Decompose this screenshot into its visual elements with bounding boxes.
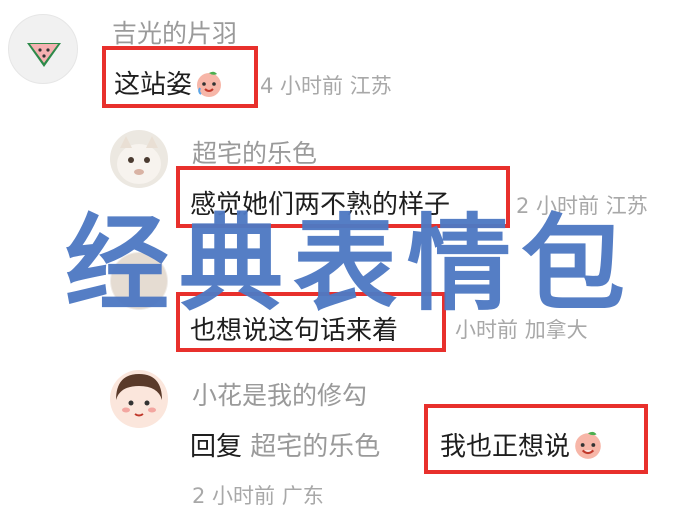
reply-label: 回复	[190, 432, 243, 462]
comment-meta: 2 小时前 广东	[192, 484, 324, 508]
watermelon-avatar[interactable]	[8, 14, 78, 84]
comment-username[interactable]: 超宅的乐色	[192, 134, 317, 170]
reply-line: 回复 超宅的乐色	[190, 426, 380, 463]
comment-username[interactable]: 小花是我的修勾	[192, 376, 367, 412]
reply-target-username[interactable]: 超宅的乐色	[250, 432, 380, 462]
cat-avatar[interactable]	[110, 130, 168, 188]
cartoon-girl-avatar[interactable]	[110, 370, 168, 428]
highlight-box	[102, 46, 258, 108]
overlay-title: 经典表情包	[64, 203, 635, 325]
comment-meta: 4 小时前 江苏	[260, 74, 392, 98]
highlight-box	[424, 404, 648, 474]
comment-username[interactable]: 吉光的片羽	[112, 14, 237, 50]
